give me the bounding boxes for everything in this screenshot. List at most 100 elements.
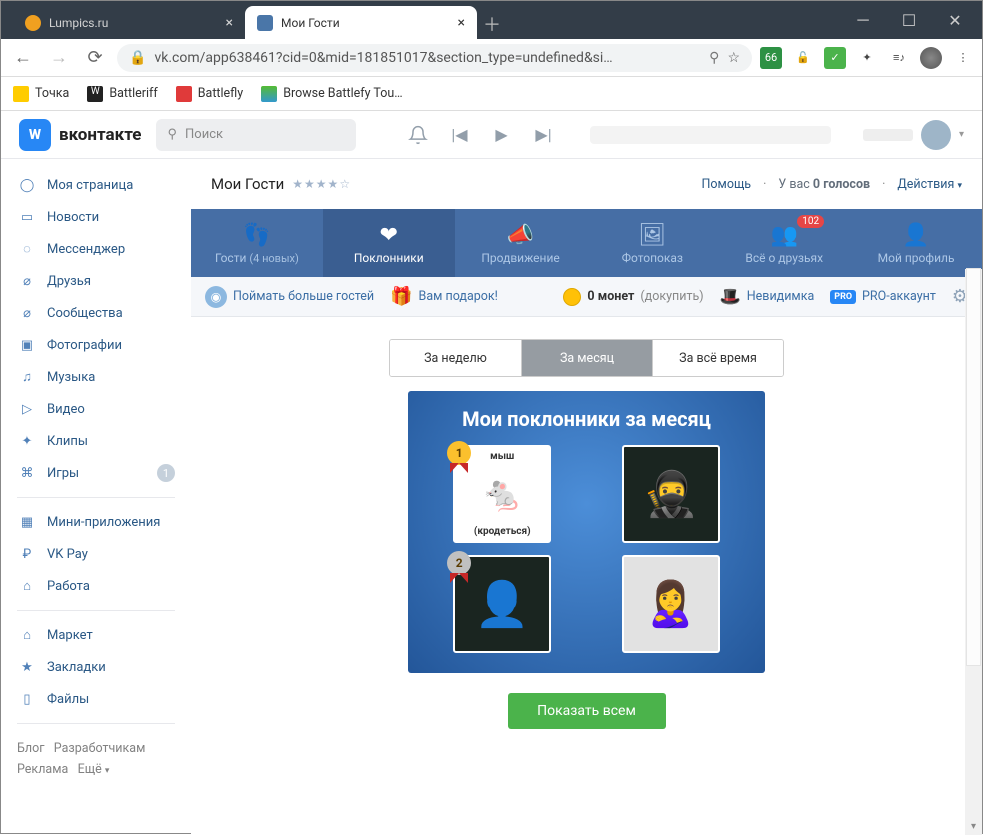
sidebar-item-main-9[interactable]: ⌘Игры1 [7,457,185,489]
period-btn-2[interactable]: За всё время [652,340,783,376]
nav-label: Сообщества [47,306,123,321]
new-tab-button[interactable]: ＋ [477,9,507,39]
sidebar-item-main-7[interactable]: ▷Видео [7,393,185,425]
coins-count: 0 монет [587,289,634,304]
sidebar-item-main-8[interactable]: ✦Клипы [7,425,185,457]
sidebar-item-main-6[interactable]: ♫Музыка [7,361,185,393]
footer-link[interactable]: Ещё [78,762,102,777]
profile-avatar[interactable] [920,47,942,69]
period-btn-1[interactable]: За месяц [521,340,652,376]
address-bar[interactable]: 🔒 vk.com/app638461?cid=0&mid=181851017&s… [117,44,752,72]
search-icon[interactable]: ⚲ [709,50,719,66]
sidebar-item-main-2[interactable]: ◌Мессенджер [7,233,185,265]
fan-item-1[interactable]: 1 мыш 🐁 (кродеться) [453,445,551,543]
bookmarks-bar: Точка WBattleriff Battlefly Browse Battl… [1,77,982,111]
fan-item-2[interactable]: 🥷 [622,445,720,543]
footer-link[interactable]: Блог [17,741,44,756]
app-tab-4[interactable]: 102👥Всё о друзьях [718,209,850,277]
scroll-down-icon[interactable]: ▾ [965,818,982,835]
ext-icon[interactable]: ✓ [824,47,846,69]
avatar [921,120,951,150]
sidebar-item-main-3[interactable]: ⌀Друзья [7,265,185,297]
bookmark-battleriff[interactable]: WBattleriff [87,86,157,102]
help-link[interactable]: Помощь [702,177,752,192]
badge: 1 [157,464,175,482]
nav-icon: ▯ [17,689,37,709]
vertical-scrollbar[interactable]: ▴ ▾ [965,269,982,835]
nav-label: Музыка [47,370,95,385]
nav-icon: ▦ [17,512,37,532]
sidebar-item-main-1[interactable]: ▭Новости [7,201,185,233]
sidebar-item-other-0[interactable]: ⌂Маркет [7,619,185,651]
prev-track-icon[interactable]: |◀ [446,121,474,149]
app-title-text: Мои Гости [211,175,284,193]
menu-icon[interactable]: ⋮ [952,47,974,69]
sidebar-item-main-5[interactable]: ▣Фотографии [7,329,185,361]
close-icon[interactable]: × [226,15,233,31]
sidebar-item-main-0[interactable]: ◯Моя страница [7,169,185,201]
ext-badge-icon[interactable]: 66 [760,47,782,69]
sidebar-footer: Блог Разработчикам Реклама Ещё ▾ [7,732,185,787]
sidebar-item-apps-1[interactable]: ₽VK Pay [7,538,185,570]
bookmark-tochka[interactable]: Точка [13,86,69,102]
sidebar-item-apps-2[interactable]: ⌂Работа [7,570,185,602]
browser-tab-guests[interactable]: Мои Гости × [245,6,477,39]
invisible-link[interactable]: 🎩 Невидимка [720,287,815,307]
gift-link[interactable]: 🎁 Вам подарок! [390,286,498,307]
window-minimize[interactable]: ─ [840,1,886,39]
footer-link[interactable]: Разработчикам [54,741,146,756]
actions-menu[interactable]: Действия ▾ [897,177,962,192]
coins-link[interactable]: 0 монет (докупить) [563,288,703,306]
nav-icon: ⌘ [17,463,37,483]
bookmark-label: Точка [35,86,69,101]
window-maximize[interactable]: ☐ [886,1,932,39]
catch-guests-link[interactable]: ◉ Поймать больше гостей [205,286,374,308]
pro-link[interactable]: PRO PRO-аккаунт [830,289,936,304]
app-tab-5[interactable]: 👤Мой профиль [850,209,982,277]
notifications-icon[interactable] [404,121,432,149]
browser-tab-lumpics[interactable]: Lumpics.ru × [13,6,245,39]
window-close[interactable]: ✕ [932,1,978,39]
pro-badge-icon: PRO [830,290,856,304]
play-icon[interactable]: ▶ [488,121,516,149]
vk-logo[interactable]: W вконтакте [19,119,142,151]
sidebar-item-other-2[interactable]: ▯Файлы [7,683,185,715]
show-all-button[interactable]: Показать всем [508,693,666,729]
forward-button[interactable]: → [45,44,73,72]
user-menu[interactable]: ▾ [863,120,964,150]
app-tab-2[interactable]: 📣Продвижение [455,209,587,277]
search-input[interactable]: ⚲ Поиск [156,119,356,151]
period-btn-0[interactable]: За неделю [390,340,521,376]
tab-label: Фотопоказ [622,251,683,265]
star-icon[interactable]: ☆ [727,50,740,66]
sidebar-item-other-1[interactable]: ★Закладки [7,651,185,683]
app-tab-1[interactable]: ❤Поклонники [323,209,455,277]
separator [17,723,175,724]
nav-label: Фотографии [47,338,122,353]
reload-button[interactable]: ⟳ [81,44,109,72]
app-content: Мои Гости ★★★★☆ Помощь · У вас 0 голосов… [191,159,982,835]
app-tab-0[interactable]: 👣Гости (4 новых) [191,209,323,277]
bookmark-battlefy[interactable]: Browse Battlefy Tou… [261,86,402,102]
sidebar-item-main-4[interactable]: ⌀Сообщества [7,297,185,329]
bookmark-battlefly[interactable]: Battlefly [176,86,243,102]
sidebar-item-apps-0[interactable]: ▦Мини-приложения [7,506,185,538]
fan-item-4[interactable]: 🙎‍♀️ [622,555,720,653]
footer-link[interactable]: Реклама [17,762,68,777]
next-track-icon[interactable]: ▶| [530,121,558,149]
extensions-icon[interactable]: ✦ [856,47,878,69]
tab-icon: 📣 [507,221,534,249]
fan-item-3[interactable]: 2 👤 [453,555,551,653]
close-icon[interactable]: × [458,15,465,31]
vk-header: W вконтакте ⚲ Поиск |◀ ▶ ▶| ▾ [1,111,982,159]
nav-label: Работа [47,579,90,594]
secondary-toolbar: ◉ Поймать больше гостей 🎁 Вам подарок! 0… [191,277,982,317]
app-tab-3[interactable]: 🖼Фотопоказ [586,209,718,277]
scroll-thumb[interactable] [967,269,980,665]
nav-label: Видео [47,402,85,417]
back-button[interactable]: ← [9,44,37,72]
invisible-label: Невидимка [747,289,815,304]
reading-list-icon[interactable]: ≡♪ [888,47,910,69]
ext-icon[interactable]: 🔓 [792,47,814,69]
rating-stars-icon[interactable]: ★★★★☆ [292,177,351,191]
